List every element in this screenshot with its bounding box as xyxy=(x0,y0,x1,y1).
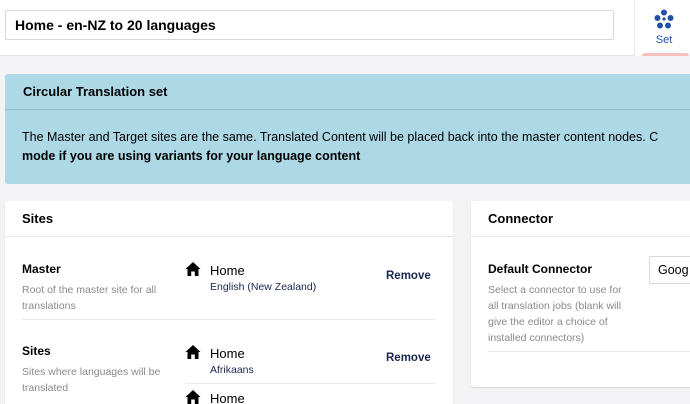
home-icon xyxy=(185,262,201,276)
sites-panel-header: Sites xyxy=(5,201,453,237)
alert-message-line1: The Master and Target sites are the same… xyxy=(22,130,659,144)
sites-label: Sites xyxy=(22,344,51,358)
target-site-name[interactable]: Home xyxy=(210,346,245,361)
target-site-language: Afrikaans xyxy=(210,364,254,376)
sites-panel: Sites Master Root of the master site for… xyxy=(5,201,453,404)
remove-target-site-button[interactable]: Remove xyxy=(386,352,431,364)
remove-master-button[interactable]: Remove xyxy=(386,270,431,282)
connector-panel-title: Connector xyxy=(488,211,553,226)
home-icon xyxy=(185,345,201,359)
connector-panel: Connector Default Connector Select a con… xyxy=(471,201,690,387)
master-description: Root of the master site for all translat… xyxy=(22,284,157,312)
master-label: Master xyxy=(22,262,61,276)
property-divider xyxy=(488,351,690,352)
home-icon xyxy=(185,390,201,404)
circular-translation-alert: Circular Translation set The Master and … xyxy=(5,74,690,184)
editor-header: Set xyxy=(0,0,690,56)
alert-message: The Master and Target sites are the same… xyxy=(22,128,690,166)
master-site-name[interactable]: Home xyxy=(210,263,245,278)
alert-message-line2: mode if you are using variants for your … xyxy=(22,149,361,163)
property-divider xyxy=(22,319,436,320)
sites-description: Sites where languages will be translated xyxy=(22,366,161,394)
default-connector-description: Select a connector to use for all transl… xyxy=(488,284,622,344)
connector-select[interactable]: Goog xyxy=(649,256,690,284)
network-nodes-icon xyxy=(654,9,674,29)
default-connector-label: Default Connector xyxy=(488,262,593,276)
tab-set-label: Set xyxy=(655,34,673,46)
sites-panel-title: Sites xyxy=(22,211,54,226)
target-site-name[interactable]: Home xyxy=(210,391,245,404)
active-tab-indicator xyxy=(642,53,689,56)
name-input[interactable] xyxy=(5,10,614,40)
alert-header: Circular Translation set xyxy=(5,74,690,110)
alert-title: Circular Translation set xyxy=(23,84,168,99)
tab-set[interactable]: Set xyxy=(634,0,690,56)
master-site-language: English (New Zealand) xyxy=(210,281,317,293)
connector-panel-header: Connector xyxy=(471,201,690,237)
site-list-divider xyxy=(185,383,436,384)
